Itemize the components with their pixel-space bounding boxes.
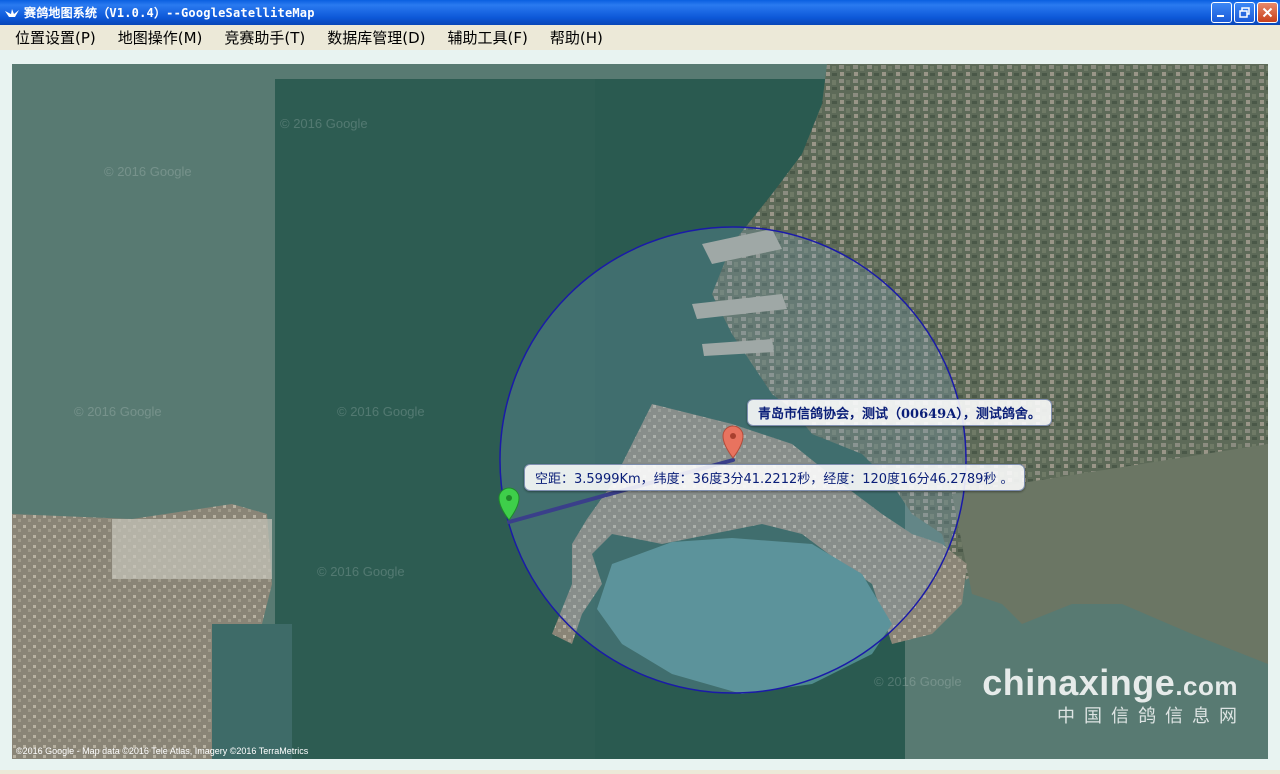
- minimize-icon: [1217, 15, 1224, 17]
- menu-race-assistant[interactable]: 竞赛助手(T): [217, 27, 312, 48]
- west-tanks: [112, 519, 272, 579]
- maximize-button[interactable]: [1234, 2, 1255, 23]
- tile-watermark: © 2016 Google: [317, 564, 405, 579]
- map-attribution: ©2016 Google - Map data ©2016 Tele Atlas…: [16, 746, 309, 756]
- close-icon: [1262, 7, 1273, 18]
- brand-name: chinaxinge: [982, 662, 1176, 703]
- window-title: 赛鸽地图系统（V1.0.4）--GoogleSatelliteMap: [24, 6, 315, 20]
- brand-suffix: .com: [1175, 671, 1238, 701]
- menu-auxiliary-tools[interactable]: 辅助工具(F): [441, 27, 535, 48]
- menu-database-management[interactable]: 数据库管理(D): [320, 27, 432, 48]
- title-bar[interactable]: 赛鸽地图系统（V1.0.4）--GoogleSatelliteMap: [0, 0, 1280, 25]
- pigeon-icon: [5, 8, 19, 17]
- satellite-map[interactable]: © 2016 Google © 2016 Google © 2016 Googl…: [12, 64, 1268, 759]
- tile-watermark: © 2016 Google: [874, 674, 962, 689]
- minimize-button[interactable]: [1211, 2, 1232, 23]
- status-strip: [0, 770, 1280, 774]
- client-area: © 2016 Google © 2016 Google © 2016 Googl…: [0, 50, 1280, 774]
- tile-watermark: © 2016 Google: [337, 404, 425, 419]
- west-bay: [212, 624, 292, 759]
- brand-watermark: chinaxinge.com 中国信鸽信息网: [982, 662, 1238, 728]
- tile-watermark: © 2016 Google: [280, 116, 368, 131]
- brand-subtitle: 中国信鸽信息网: [1057, 706, 1246, 727]
- menu-help[interactable]: 帮助(H): [543, 27, 610, 48]
- distance-info-callout: 空距：3.5999Km，纬度：36度3分41.2212秒，经度：120度16分4…: [524, 464, 1025, 491]
- tile-watermark: © 2016 Google: [104, 164, 192, 179]
- menu-bar: 位置设置(P) 地图操作(M) 竞赛助手(T) 数据库管理(D) 辅助工具(F)…: [0, 25, 1280, 50]
- tile-watermark: © 2016 Google: [74, 404, 162, 419]
- menu-location-settings[interactable]: 位置设置(P): [8, 27, 103, 48]
- menu-map-operations[interactable]: 地图操作(M): [111, 27, 210, 48]
- map-canvas[interactable]: [12, 64, 1268, 759]
- loft-info-callout: 青岛市信鸽协会，测试（00649A），测试鸽舍。: [747, 399, 1052, 426]
- restore-icon: [1239, 7, 1250, 18]
- close-button[interactable]: [1257, 2, 1278, 23]
